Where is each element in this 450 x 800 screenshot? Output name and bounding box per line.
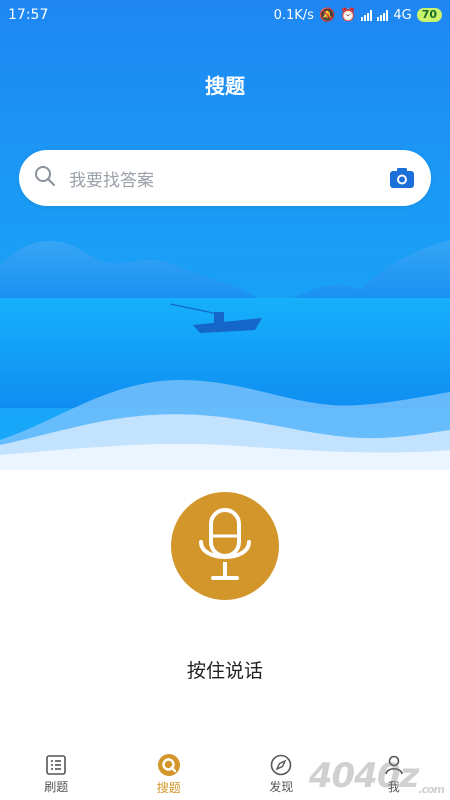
signal-icon xyxy=(361,9,373,21)
compass-icon xyxy=(270,754,292,775)
voice-hint: 按住说话 xyxy=(186,660,263,682)
clock: 17:57 xyxy=(8,7,49,23)
hero-banner: 17:57 0.1K/s 🔕 ⏰ 4G 70 搜题 我要找答案 xyxy=(0,0,450,470)
watermark-logo: 4040z.com xyxy=(308,756,445,796)
alarm-icon: ⏰ xyxy=(340,7,357,23)
page-title: 搜题 xyxy=(205,74,245,98)
status-bar: 17:57 0.1K/s 🔕 ⏰ 4G 70 xyxy=(0,0,450,30)
search-bar[interactable]: 我要找答案 xyxy=(19,150,431,206)
net-speed: 0.1K/s xyxy=(273,7,314,23)
search-q-icon xyxy=(157,753,180,776)
tab-label: 发现 xyxy=(269,779,294,794)
list-icon xyxy=(46,754,67,775)
signal-hd-icon xyxy=(377,9,389,21)
voice-search-button[interactable] xyxy=(171,492,279,600)
tab-label: 搜题 xyxy=(156,780,181,795)
camera-icon[interactable] xyxy=(387,163,417,193)
microphone-icon xyxy=(199,508,251,580)
network-type: 4G xyxy=(393,7,412,23)
tab-search[interactable]: 搜题 xyxy=(113,748,226,800)
tab-label: 刷题 xyxy=(44,779,69,794)
mute-icon: 🔕 xyxy=(318,7,336,23)
battery-indicator: 70 xyxy=(416,8,442,22)
tab-practice[interactable]: 刷题 xyxy=(0,748,113,800)
search-input[interactable]: 我要找答案 xyxy=(69,166,387,191)
search-icon xyxy=(33,164,57,192)
